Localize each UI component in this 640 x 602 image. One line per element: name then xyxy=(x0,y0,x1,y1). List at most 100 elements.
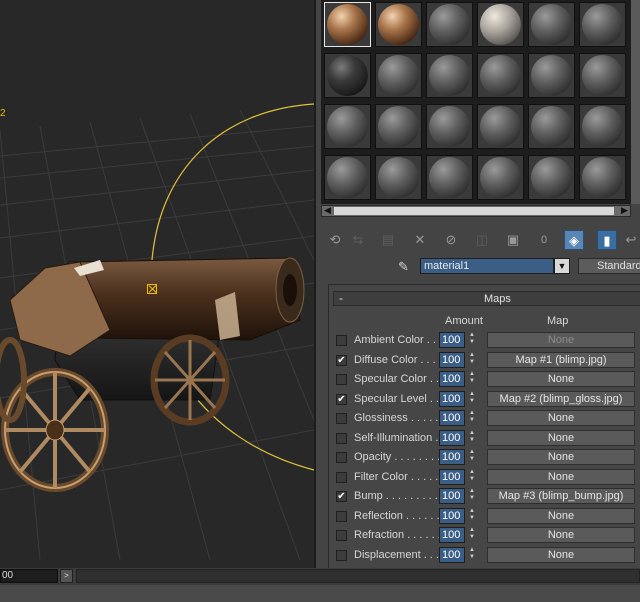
map-amount-field[interactable]: 100 xyxy=(439,507,465,524)
assign-to-selection-icon[interactable]: ▤ xyxy=(378,230,398,250)
map-slot-button[interactable]: None xyxy=(487,546,635,563)
material-id-icon[interactable]: ▣ xyxy=(503,230,523,250)
material-type-button[interactable]: Standard xyxy=(578,258,640,274)
material-slot[interactable] xyxy=(426,2,473,47)
map-enable-checkbox[interactable] xyxy=(336,413,347,424)
map-enable-checkbox[interactable]: ✔ xyxy=(336,354,347,366)
material-slot[interactable] xyxy=(528,53,575,98)
material-slot[interactable] xyxy=(324,53,371,98)
map-enable-checkbox[interactable] xyxy=(336,374,347,385)
material-slot[interactable] xyxy=(528,155,575,200)
map-slot-button[interactable]: None xyxy=(487,507,635,524)
material-slot[interactable] xyxy=(426,53,473,98)
amount-spinner-icon[interactable]: ▲ ▼ xyxy=(467,410,477,426)
map-enable-checkbox[interactable]: ✔ xyxy=(336,393,347,405)
map-enable-checkbox[interactable] xyxy=(336,530,347,541)
material-slot[interactable] xyxy=(528,2,575,47)
map-amount-field[interactable]: 100 xyxy=(439,468,465,485)
material-slot[interactable] xyxy=(477,155,524,200)
put-to-library-icon[interactable]: ◫ xyxy=(472,230,492,250)
amount-spinner-icon[interactable]: ▲ ▼ xyxy=(467,449,477,465)
material-name-dropdown-icon[interactable]: ▼ xyxy=(554,258,570,274)
collapse-toggle[interactable]: - xyxy=(339,291,343,305)
amount-spinner-icon[interactable]: ▲ ▼ xyxy=(467,508,477,524)
material-slot[interactable] xyxy=(375,104,422,149)
amount-spinner-icon[interactable]: ▲ ▼ xyxy=(467,332,477,348)
frame-field[interactable]: 00 xyxy=(0,569,58,583)
map-slot-button[interactable]: None xyxy=(487,429,635,446)
amount-spinner-icon[interactable]: ▲ ▼ xyxy=(467,547,477,563)
material-slot[interactable] xyxy=(579,155,626,200)
slots-vertical-scrollbar[interactable] xyxy=(631,0,640,204)
amount-spinner-icon[interactable]: ▲ ▼ xyxy=(467,371,477,387)
material-slot[interactable] xyxy=(528,104,575,149)
amount-spinner-icon[interactable]: ▲ ▼ xyxy=(467,391,477,407)
map-slot-button[interactable]: None xyxy=(487,332,635,348)
map-amount-field[interactable]: 100 xyxy=(439,332,465,348)
show-end-result-icon[interactable]: ▮ xyxy=(597,230,617,250)
map-amount-field[interactable]: 100 xyxy=(439,429,465,446)
map-enable-checkbox[interactable] xyxy=(336,549,347,561)
material-slot[interactable] xyxy=(324,2,371,47)
map-amount-field[interactable]: 100 xyxy=(439,390,465,407)
material-slot[interactable] xyxy=(324,155,371,200)
material-slot[interactable] xyxy=(375,53,422,98)
map-slot-button[interactable]: None xyxy=(487,371,635,387)
next-frame-button[interactable]: > xyxy=(60,569,73,583)
material-slot[interactable] xyxy=(426,155,473,200)
material-slot[interactable] xyxy=(579,53,626,98)
slots-horizontal-scrollbar[interactable]: ◀ ▶ xyxy=(321,205,631,217)
material-id-value[interactable]: 0 xyxy=(534,230,554,250)
scroll-thumb[interactable] xyxy=(334,207,614,215)
material-slot[interactable] xyxy=(324,104,371,149)
material-name-field[interactable]: material1 xyxy=(420,258,554,274)
go-to-parent-icon[interactable]: ↩ xyxy=(621,230,640,250)
map-amount-field[interactable]: 100 xyxy=(439,488,465,504)
amount-spinner-icon[interactable]: ▲ ▼ xyxy=(467,488,477,504)
scroll-right-arrow-icon[interactable]: ▶ xyxy=(621,205,628,216)
map-enable-checkbox[interactable] xyxy=(336,510,347,522)
map-amount-field[interactable]: 100 xyxy=(439,546,465,563)
get-material-icon[interactable]: ⟲ xyxy=(325,230,345,250)
map-amount-field[interactable]: 100 xyxy=(439,449,465,465)
map-enable-checkbox[interactable] xyxy=(336,335,347,346)
scroll-left-arrow-icon[interactable]: ◀ xyxy=(324,205,331,216)
material-slot[interactable] xyxy=(375,155,422,200)
time-slider-track[interactable] xyxy=(76,569,640,583)
show-in-viewport-icon[interactable]: ◈ xyxy=(564,230,584,250)
map-slot-button[interactable]: Map #1 (blimp.jpg) xyxy=(487,351,635,368)
map-slot-button[interactable]: None xyxy=(487,468,635,485)
reset-map-icon[interactable]: ✕ xyxy=(410,230,430,250)
map-slot-button[interactable]: Map #2 (blimp_gloss.jpg) xyxy=(487,390,635,407)
map-amount-field[interactable]: 100 xyxy=(439,410,465,426)
amount-spinner-icon[interactable]: ▲ ▼ xyxy=(467,527,477,543)
material-slot[interactable] xyxy=(375,2,422,47)
map-enable-checkbox[interactable] xyxy=(336,452,347,463)
map-amount-field[interactable]: 100 xyxy=(439,527,465,543)
amount-spinner-icon[interactable]: ▲ ▼ xyxy=(467,352,477,368)
amount-column-header: Amount xyxy=(445,315,483,327)
map-amount-field[interactable]: 100 xyxy=(439,351,465,368)
map-slot-button[interactable]: None xyxy=(487,449,635,465)
map-amount-field[interactable]: 100 xyxy=(439,371,465,387)
material-slot[interactable] xyxy=(579,2,626,47)
material-slot[interactable] xyxy=(477,53,524,98)
eyedropper-icon[interactable]: ✎ xyxy=(398,259,409,275)
map-enable-checkbox[interactable] xyxy=(336,432,347,444)
map-enable-checkbox[interactable]: ✔ xyxy=(336,491,347,502)
material-slot[interactable] xyxy=(426,104,473,149)
amount-spinner-icon[interactable]: ▲ ▼ xyxy=(467,469,477,485)
amount-spinner-icon[interactable]: ▲ ▼ xyxy=(467,430,477,446)
map-slot-button[interactable]: None xyxy=(487,410,635,426)
put-to-scene-icon[interactable]: ⇆ xyxy=(348,230,368,250)
make-unique-icon[interactable]: ⊘ xyxy=(441,230,461,250)
pivot-gizmo[interactable] xyxy=(147,284,157,294)
material-slot[interactable] xyxy=(579,104,626,149)
material-slot[interactable] xyxy=(477,104,524,149)
map-slot-button[interactable]: None xyxy=(487,527,635,543)
maps-rollout-header[interactable]: - Maps xyxy=(333,291,640,306)
map-slot-button[interactable]: Map #3 (blimp_bump.jpg) xyxy=(487,488,635,504)
map-enable-checkbox[interactable] xyxy=(336,471,347,483)
perspective-viewport[interactable]: 2 xyxy=(0,0,316,568)
material-slot[interactable] xyxy=(477,2,524,47)
